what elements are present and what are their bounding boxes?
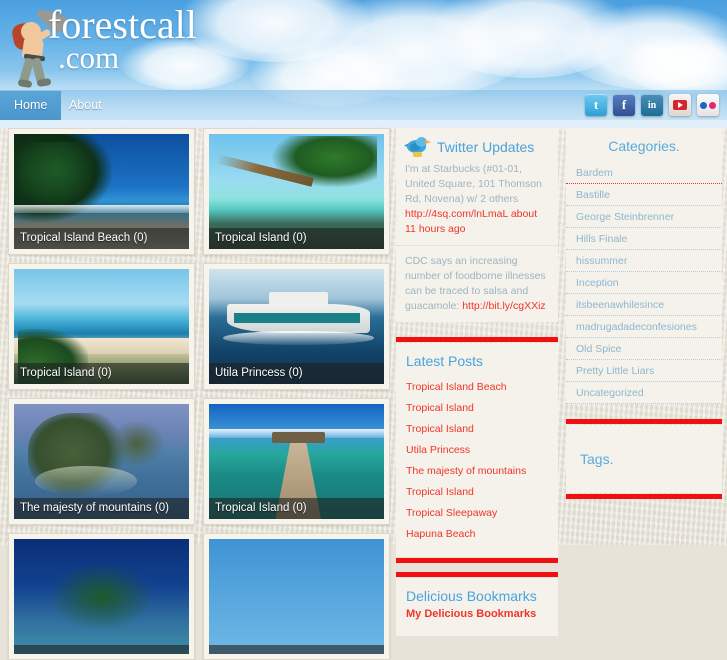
right-sidebar: Categories. Bardem Bastille George Stein… <box>566 128 722 501</box>
site-title: forestcall .com <box>48 5 197 74</box>
gallery-item[interactable]: Tropical Island (0) <box>203 398 390 525</box>
category-item[interactable]: Bastille <box>566 184 722 206</box>
gallery-item[interactable]: Tropical Island Beach (0) <box>8 128 195 255</box>
facebook-icon[interactable]: f <box>613 94 635 116</box>
linkedin-icon[interactable]: in <box>641 94 663 116</box>
category-item[interactable]: Inception <box>566 272 722 294</box>
nav-item-about-label: About <box>69 98 102 112</box>
delicious-title: Delicious Bookmarks <box>406 588 537 604</box>
latest-post-link[interactable]: Hapuna Beach <box>406 524 548 545</box>
facebook-icon-glyph: f <box>621 97 627 112</box>
gallery-item-caption <box>209 645 384 654</box>
gallery-item-caption <box>14 645 189 654</box>
gallery-item[interactable]: Tropical Island (0) <box>203 128 390 255</box>
category-item[interactable]: madrugadadeconfesiones <box>566 316 722 338</box>
latest-post-link[interactable]: Tropical Island <box>406 419 548 440</box>
tweet-link[interactable]: http://4sq.com/lnLmaL <box>405 208 508 220</box>
latest-post-link[interactable]: Utila Princess <box>406 440 548 461</box>
nav-item-home[interactable]: Home <box>0 90 62 120</box>
gallery-item[interactable] <box>8 533 195 660</box>
category-item[interactable]: hissummer <box>566 250 722 272</box>
photo-gallery: Tropical Island Beach (0) Tropical Islan… <box>8 128 390 660</box>
category-item[interactable]: Old Spice <box>566 338 722 360</box>
site-logo[interactable]: forestcall .com <box>10 2 340 89</box>
latest-post-link[interactable]: The majesty of mountains <box>406 461 548 482</box>
delicious-bookmarks-widget: Delicious Bookmarks My Delicious Bookmar… <box>396 572 558 636</box>
twitter-widget-title: Twitter Updates <box>437 139 535 155</box>
category-item[interactable]: Uncategorized <box>566 382 722 404</box>
tweet-item: I'm at Starbucks (#01-01, United Square,… <box>396 162 558 245</box>
twitter-updates-widget: Twitter Updates I'm at Starbucks (#01-01… <box>396 128 558 322</box>
twitter-bird-icon <box>404 136 431 158</box>
tags-title: Tags. <box>580 451 614 467</box>
category-item[interactable]: Pretty Little Liars <box>566 360 722 382</box>
categories-widget: Categories. Bardem Bastille George Stein… <box>566 128 722 404</box>
gallery-item[interactable]: The majesty of mountains (0) <box>8 398 195 525</box>
gallery-item-caption: Tropical Island (0) <box>209 228 384 249</box>
delicious-bookmarks-link[interactable]: My Delicious Bookmarks <box>406 608 548 620</box>
latest-post-link[interactable]: Tropical Island <box>406 398 548 419</box>
nav-item-about[interactable]: About <box>55 90 116 120</box>
flickr-icon[interactable] <box>697 94 719 116</box>
latest-posts-title: Latest Posts <box>406 353 484 369</box>
youtube-icon[interactable] <box>669 94 691 116</box>
twitter-icon-glyph: t <box>593 97 599 112</box>
category-item[interactable]: George Steinbrenner <box>566 206 722 228</box>
latest-post-link[interactable]: Tropical Island Beach <box>406 377 548 398</box>
category-item[interactable]: itsbeenawhilesince <box>566 294 722 316</box>
gallery-item-caption: Tropical Island (0) <box>14 363 189 384</box>
latest-post-link[interactable]: Tropical Island <box>406 482 548 503</box>
tweet-link[interactable]: http://bit.ly/cgXXiz <box>462 300 545 312</box>
tags-widget: Tags. <box>566 419 722 499</box>
gallery-item[interactable] <box>203 533 390 660</box>
tweet-item: CDC says an increasing number of foodbor… <box>396 245 558 322</box>
gallery-item-caption: The majesty of mountains (0) <box>14 498 189 519</box>
gallery-item-caption: Utila Princess (0) <box>209 363 384 384</box>
gallery-item[interactable]: Tropical Island (0) <box>8 263 195 390</box>
latest-posts-widget: Latest Posts Tropical Island Beach Tropi… <box>396 337 558 563</box>
linkedin-icon-glyph: in <box>647 99 657 111</box>
category-item[interactable]: Hills Finale <box>566 228 722 250</box>
gallery-item-caption: Tropical Island (0) <box>209 498 384 519</box>
gallery-item[interactable]: Utila Princess (0) <box>203 263 390 390</box>
categories-title: Categories. <box>608 138 680 154</box>
middle-sidebar: Twitter Updates I'm at Starbucks (#01-01… <box>396 128 558 644</box>
twitter-icon[interactable]: t <box>585 94 607 116</box>
nav-item-home-label: Home <box>14 98 48 112</box>
category-item[interactable]: Bardem <box>566 162 722 184</box>
gallery-item-caption: Tropical Island Beach (0) <box>14 228 189 249</box>
latest-post-link[interactable]: Tropical Sleepaway <box>406 503 548 524</box>
social-links: t f in <box>585 94 719 116</box>
tweet-text: I'm at Starbucks (#01-01, United Square,… <box>405 163 542 205</box>
